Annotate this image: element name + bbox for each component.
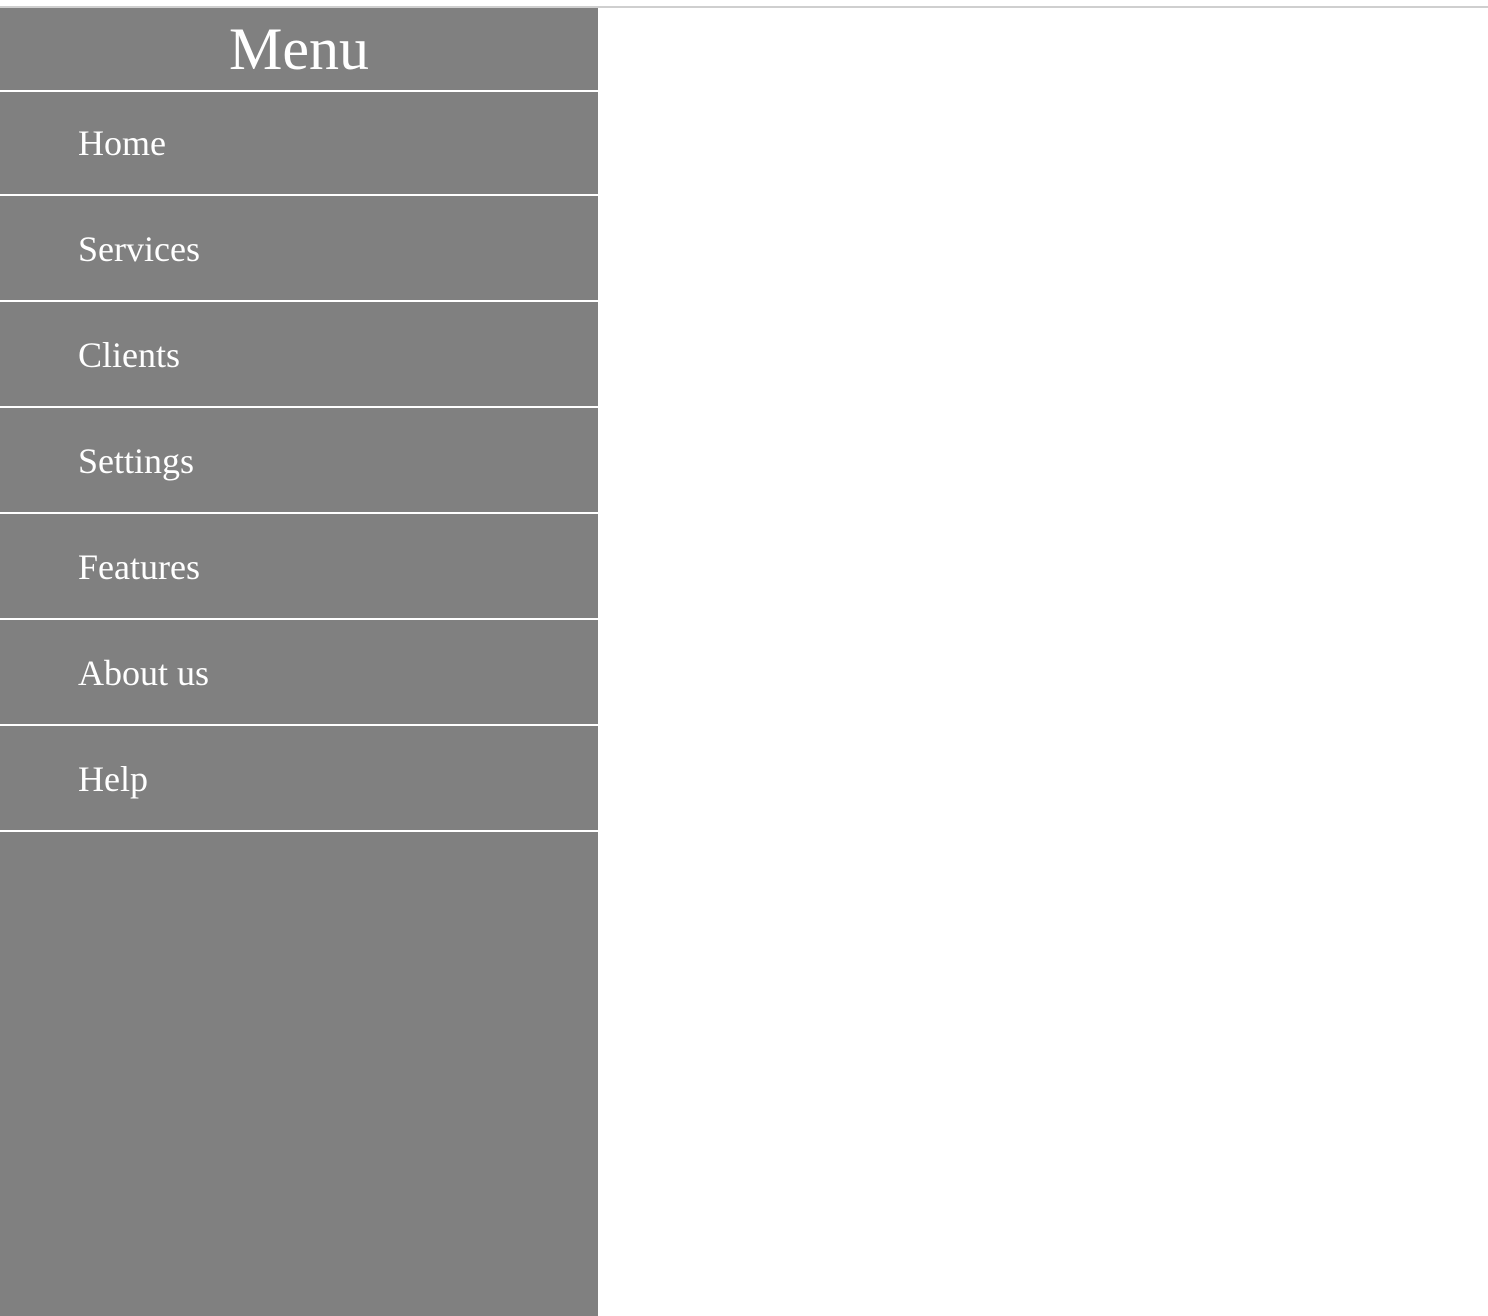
sidebar-item-label[interactable]: About us — [78, 652, 209, 694]
sidebar-menu: Menu Home Services Clients Settings Feat… — [0, 8, 598, 1316]
sidebar-item-features[interactable]: Features — [0, 516, 598, 620]
sidebar-item-home[interactable]: Home — [0, 92, 598, 196]
sidebar-item-label[interactable]: Services — [78, 228, 200, 270]
sidebar-item-clients[interactable]: Clients — [0, 304, 598, 408]
sidebar-item-settings[interactable]: Settings — [0, 410, 598, 514]
sidebar-item-label[interactable]: Help — [78, 758, 148, 800]
sidebar-item-help[interactable]: Help — [0, 728, 598, 832]
menu-title: Menu — [0, 8, 598, 92]
nav-list: Home Services Clients Settings Features … — [0, 92, 598, 832]
sidebar-item-label[interactable]: Clients — [78, 334, 180, 376]
sidebar-item-services[interactable]: Services — [0, 198, 598, 302]
sidebar-item-label[interactable]: Home — [78, 122, 166, 164]
sidebar-item-label[interactable]: Settings — [78, 440, 194, 482]
sidebar-item-label[interactable]: Features — [78, 546, 200, 588]
sidebar-item-about-us[interactable]: About us — [0, 622, 598, 726]
